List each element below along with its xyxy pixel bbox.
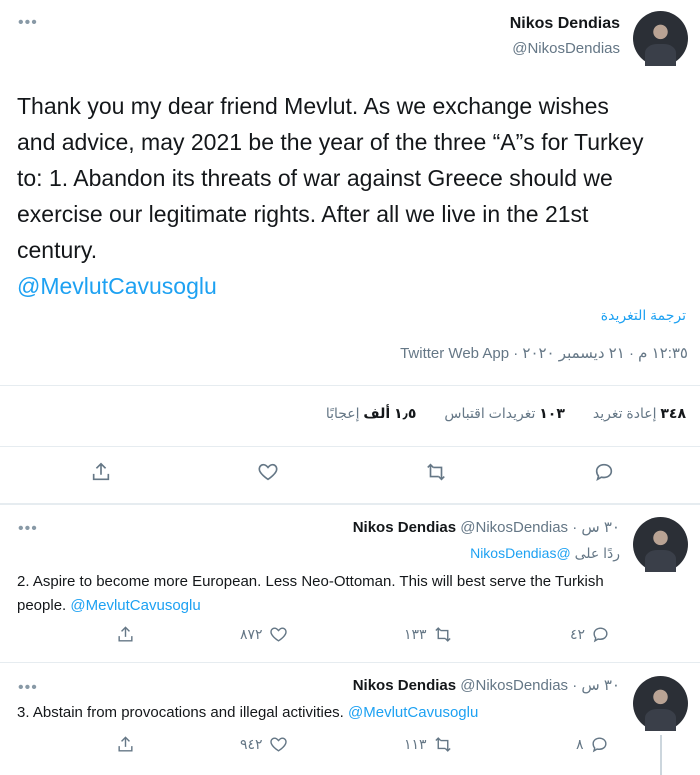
- avatar[interactable]: [633, 517, 688, 572]
- tweet-text: Thank you my dear friend Mevlut. As we e…: [17, 88, 647, 304]
- reply-count: ٨: [576, 736, 584, 752]
- mention-link[interactable]: @MevlutCavusoglu: [17, 268, 647, 304]
- tweet-body: Thank you my dear friend Mevlut. As we e…: [17, 93, 644, 263]
- like-icon: [269, 737, 287, 752]
- more-options-icon[interactable]: •••: [18, 680, 38, 696]
- mention-link[interactable]: @MevlutCavusoglu: [348, 704, 478, 721]
- retweet-count: ١١٣: [404, 736, 427, 752]
- retweet-icon: [434, 737, 451, 752]
- replying-to-handle[interactable]: @NikosDendias: [470, 545, 571, 561]
- retweet-action[interactable]: ١٣٣: [404, 625, 453, 644]
- replying-to: ردًا على @NikosDendias: [470, 545, 620, 562]
- translate-tweet-link[interactable]: ترجمة التغريدة: [601, 307, 686, 324]
- like-icon: [269, 627, 287, 642]
- share-icon[interactable]: [116, 735, 135, 754]
- like-count: ٨٧٢: [240, 626, 263, 642]
- quotes-count: ١٠٣: [539, 405, 565, 421]
- display-name[interactable]: Nikos Dendias: [353, 677, 456, 694]
- retweet-count: ١٣٣: [404, 626, 427, 642]
- retweet-icon: [434, 627, 451, 642]
- timestamp[interactable]: · ٣٠ س: [572, 677, 620, 694]
- quotes-stat[interactable]: ١٠٣ تغريدات اقتباس: [444, 405, 565, 422]
- like-icon[interactable]: [255, 459, 281, 485]
- reply-header: Nikos Dendias @NikosDendias · ٣٠ س: [353, 518, 620, 536]
- tweet-meta: ١٢:٣٥ م · ٢١ ديسمبر ٢٠٢٠ · Twitter Web A…: [400, 345, 688, 362]
- likes-label: إعجابًا: [325, 405, 360, 421]
- reply-action[interactable]: ٤٢: [570, 625, 610, 644]
- handle[interactable]: @NikosDendias: [512, 40, 620, 57]
- reply-body: 3. Abstain from provocations and illegal…: [17, 704, 344, 721]
- reply-icon[interactable]: [591, 459, 617, 485]
- reply-header: Nikos Dendias @NikosDendias · ٣٠ س: [353, 676, 620, 694]
- handle[interactable]: @NikosDendias: [460, 519, 568, 536]
- likes-stat[interactable]: ١٫٥ ألف إعجابًا: [326, 405, 417, 422]
- mention-link[interactable]: @MevlutCavusoglu: [70, 597, 200, 614]
- divider: [0, 503, 700, 505]
- retweet-action[interactable]: ١١٣: [404, 735, 453, 754]
- tweet-stats: ٣٤٨ إعادة تغريد ١٠٣ تغريدات اقتباس ١٫٥ أ…: [326, 405, 686, 422]
- retweets-label: إعادة تغريد: [592, 405, 657, 421]
- share-icon[interactable]: [116, 625, 135, 644]
- like-action[interactable]: ٨٧٢: [240, 625, 288, 644]
- more-options-icon[interactable]: •••: [18, 521, 38, 537]
- quotes-label: تغريدات اقتباس: [444, 405, 536, 421]
- reply-count: ٤٢: [570, 626, 586, 642]
- reply-actions: ٩٤٢ ١١٣ ٨: [0, 733, 700, 759]
- reply-text: 3. Abstain from provocations and illegal…: [17, 701, 632, 725]
- avatar[interactable]: [633, 11, 688, 66]
- retweets-count: ٣٤٨: [660, 405, 686, 421]
- likes-count: ١٫٥ ألف: [363, 405, 417, 421]
- retweet-icon[interactable]: [423, 459, 449, 485]
- like-count: ٩٤٢: [240, 736, 263, 752]
- display-name[interactable]: Nikos Dendias: [353, 519, 456, 536]
- avatar[interactable]: [633, 676, 688, 731]
- like-action[interactable]: ٩٤٢: [240, 735, 288, 754]
- reply-icon: [591, 737, 607, 753]
- reply-actions: ٨٧٢ ١٣٣ ٤٢: [0, 623, 700, 649]
- timestamp[interactable]: · ٣٠ س: [572, 519, 620, 536]
- reply-text: 2. Aspire to become more European. Less …: [17, 570, 632, 618]
- display-name[interactable]: Nikos Dendias: [510, 15, 620, 33]
- handle[interactable]: @NikosDendias: [460, 677, 568, 694]
- divider: [0, 662, 700, 663]
- divider: [0, 446, 700, 447]
- retweets-stat[interactable]: ٣٤٨ إعادة تغريد: [593, 405, 686, 422]
- replying-to-label: ردًا على: [574, 545, 620, 561]
- reply-action[interactable]: ٨: [576, 735, 609, 754]
- reply-icon: [593, 627, 608, 643]
- more-options-icon[interactable]: •••: [18, 15, 38, 31]
- divider: [0, 385, 700, 386]
- share-icon[interactable]: [88, 459, 114, 485]
